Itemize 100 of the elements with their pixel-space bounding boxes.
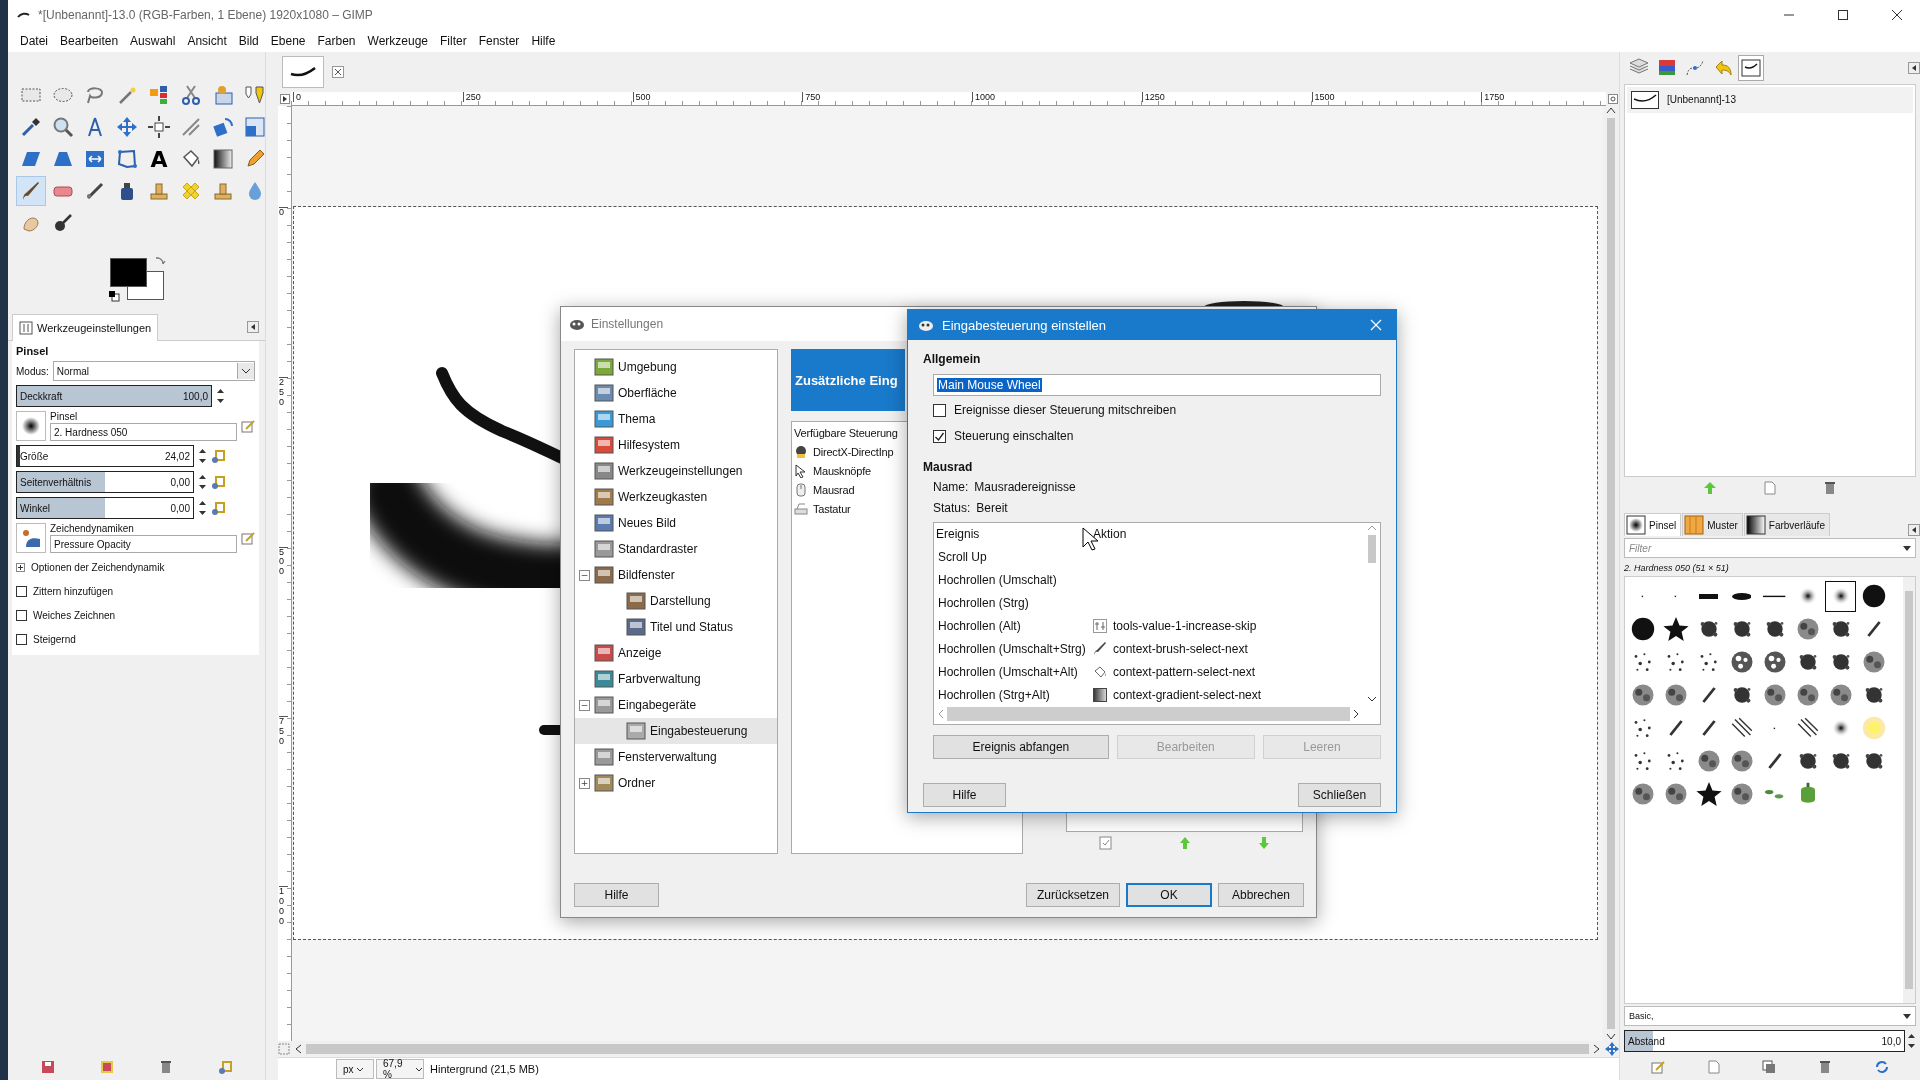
slider[interactable]: Seitenverhältnis 0,00 [16, 471, 194, 493]
table-cell-text: Scroll Up [937, 549, 988, 564]
table-cell-text: Hochrollen (Umschalt+Alt) [937, 664, 1079, 679]
table-cell: context-brush-select-next [1113, 641, 1248, 656]
menu-item[interactable]: Hilfe [525, 32, 562, 50]
ruler-label: 1000 [279, 886, 288, 927]
ruler-label: 1000 [972, 92, 996, 102]
category-item[interactable]: Hilfesystem [575, 432, 777, 458]
checkbox-label: Zittern hinzufügen [33, 585, 114, 597]
dialog-button[interactable]: Hilfe [923, 783, 1006, 807]
table-cell: context-gradient-select-next [1113, 687, 1262, 702]
brush-field[interactable]: 2. Hardness 050 [50, 423, 237, 441]
zoom-dropdown[interactable]: 67,9 % [376, 1059, 424, 1079]
section-heading: Allgemein [923, 352, 982, 368]
dynamics-label: Zeichendynamiken [50, 523, 135, 534]
dock-tab[interactable]: Muster [1682, 513, 1743, 537]
category-item[interactable]: Titel und Status [575, 614, 777, 640]
checkbox-label: Steuerung einschalten [954, 429, 1074, 443]
dock-tab[interactable]: Werkzeugeinstellungen [12, 313, 159, 341]
tool-name: Pinsel [16, 345, 50, 357]
dock-tab[interactable]: Farbverläufe [1743, 513, 1830, 537]
menu-item[interactable]: Werkzeuge [361, 32, 434, 50]
tag-field[interactable]: Basic, [1624, 1006, 1916, 1027]
category-item[interactable]: Werkzeugeinstellungen [575, 458, 777, 484]
ruler-label: 750 [802, 92, 821, 102]
menu-item[interactable]: Ebene [264, 32, 312, 50]
controller-item[interactable]: Mausrad [813, 483, 855, 496]
dialog-button[interactable]: Abbrechen [1218, 883, 1304, 907]
controller-item[interactable]: DirectX-DirectInp [813, 445, 894, 458]
category-item[interactable]: Werkzeugkasten [575, 484, 777, 510]
category-item[interactable]: Umgebung [575, 354, 777, 380]
ruler-label: 1500 [1311, 92, 1335, 102]
category-item[interactable]: − Bildfenster [575, 562, 777, 588]
slider[interactable]: Größe 24,02 [16, 445, 194, 467]
info-label: Status: [933, 500, 971, 515]
category-item[interactable]: Thema [575, 406, 777, 432]
menu-item[interactable]: Fenster [472, 32, 526, 50]
expander[interactable]: + [579, 777, 590, 789]
category-item[interactable]: Darstellung [575, 588, 777, 614]
menu-item[interactable]: Bearbeiten [54, 32, 125, 50]
category-item[interactable]: Farbverwaltung [575, 666, 777, 692]
ruler-label: 250 [462, 92, 481, 102]
dock-tab[interactable]: Pinsel [1624, 513, 1682, 537]
name-field[interactable]: Main Mouse Wheel [933, 374, 1381, 396]
layer-info: Hintergrund (21,5 MB) [430, 1063, 539, 1075]
image-list-item[interactable]: [Unbenannt]-13 [1627, 86, 1913, 113]
page-header: Zusätzliche Eing [791, 349, 905, 411]
menu-item[interactable]: Datei [14, 32, 54, 50]
ruler-label: 250 [279, 376, 288, 408]
category-item[interactable]: Standardraster [575, 536, 777, 562]
action-button[interactable]: Ereignis abfangen [933, 735, 1109, 759]
ruler-label: 0 [293, 92, 301, 102]
table-cell-text: Hochrollen (Alt) [937, 618, 1022, 633]
ruler-label: 1750 [1481, 92, 1505, 102]
table-cell-text: Hochrollen (Strg+Alt) [937, 687, 1051, 702]
table-cell: context-pattern-select-next [1113, 664, 1256, 679]
dialog-button[interactable]: Hilfe [574, 883, 659, 907]
category-item[interactable]: Eingabesteuerung [575, 718, 777, 744]
table-cell-text: Hochrollen (Umschalt) [937, 572, 1058, 587]
section-heading: Mausrad [923, 460, 974, 476]
mode-dropdown[interactable]: Normal [52, 361, 255, 381]
category-item[interactable]: Anzeige [575, 640, 777, 666]
dialog-button[interactable]: Zurücksetzen [1025, 883, 1120, 907]
menu-item[interactable]: Farben [311, 32, 362, 50]
slider[interactable]: Winkel 0,00 [16, 497, 194, 519]
filter-field[interactable]: Filter [1624, 538, 1916, 558]
unit-dropdown[interactable]: px [336, 1059, 374, 1079]
expander[interactable]: − [579, 569, 590, 581]
info-label: Name: [933, 479, 969, 494]
dialog-title: Eingabesteuerung einstellen [942, 317, 1108, 333]
slider[interactable]: Deckkraft 100,0 [16, 385, 212, 407]
category-item[interactable]: − Eingabegeräte [575, 692, 777, 718]
menu-item[interactable]: Auswahl [124, 32, 182, 50]
menu-item[interactable]: Filter [434, 32, 473, 50]
menu-item[interactable]: Ansicht [181, 32, 233, 50]
ruler-label: 1250 [1141, 92, 1165, 102]
dialog-button[interactable]: OK [1126, 883, 1212, 907]
category-item[interactable]: Neues Bild [575, 510, 777, 536]
column-header[interactable]: Aktion [1091, 527, 1127, 541]
controller-item[interactable]: Tastatur [813, 502, 851, 515]
ruler-label: 750 [279, 716, 288, 747]
dynamics-options-expander[interactable]: Optionen der Zeichendynamik [16, 557, 255, 577]
checkbox-label: Steigernd [33, 633, 76, 645]
ruler-label: 0 [279, 207, 288, 218]
controller-item[interactable]: Mausknöpfe [813, 464, 871, 477]
expander[interactable]: − [579, 699, 590, 711]
mode-label: Modus: [16, 365, 49, 377]
table-cell: tools-value-1-increase-skip [1113, 618, 1257, 633]
slider[interactable]: Abstand 10,0 [1624, 1030, 1905, 1053]
category-item[interactable]: + Ordner [575, 770, 777, 796]
dynamics-field[interactable]: Pressure Opacity [50, 535, 237, 553]
category-item[interactable]: Oberfläche [575, 380, 777, 406]
ruler-label: 500 [632, 92, 651, 102]
tool-button[interactable]: A [144, 144, 174, 174]
checkbox-label: Ereignisse dieser Steuerung mitschreiben [954, 403, 1177, 417]
info-value: Bereit [976, 500, 1008, 515]
info-value: Mausradereignisse [974, 479, 1076, 494]
menu-item[interactable]: Bild [232, 32, 265, 50]
category-item[interactable]: Fensterverwaltung [575, 744, 777, 770]
dialog-button[interactable]: Schließen [1298, 783, 1381, 807]
